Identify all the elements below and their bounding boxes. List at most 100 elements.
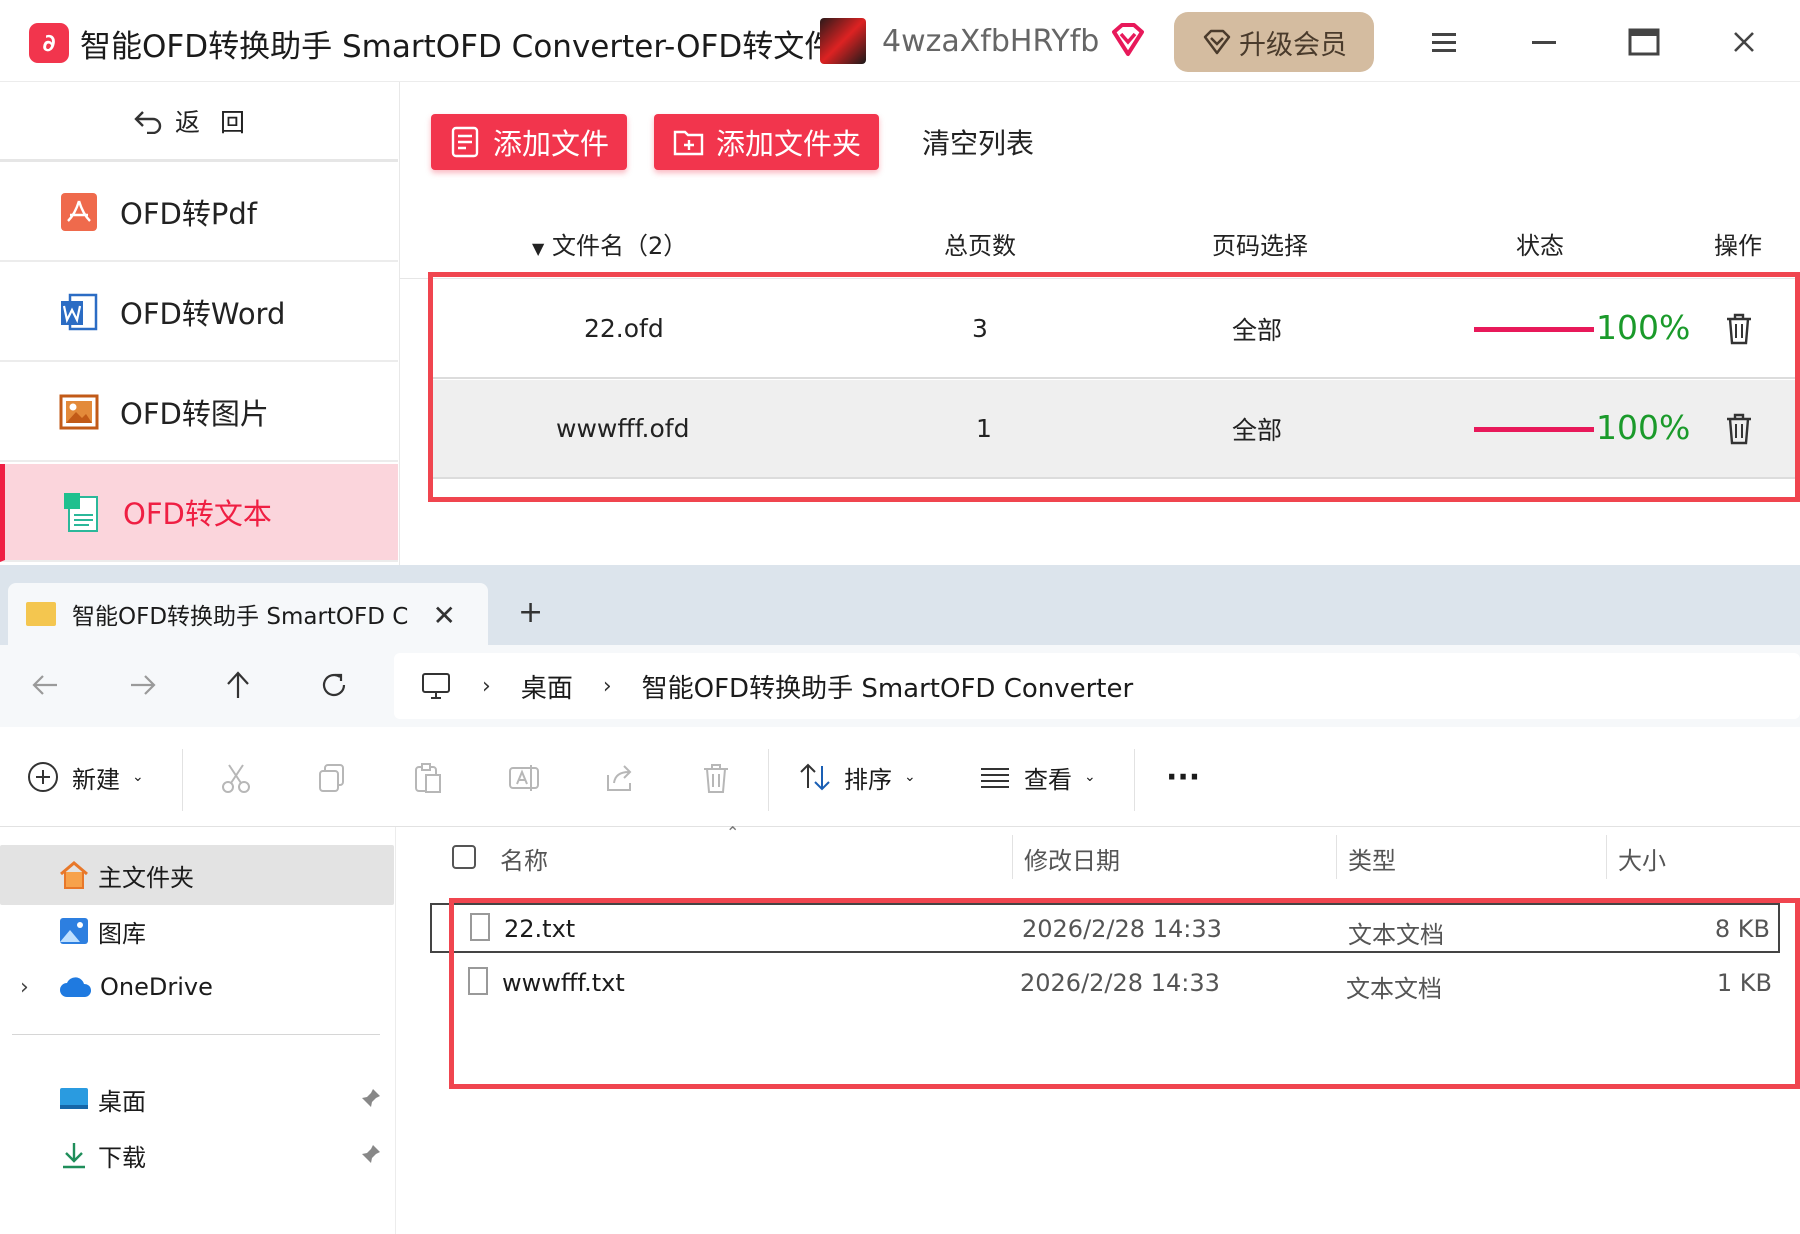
chevron-down-icon: ⌄	[132, 769, 144, 785]
new-button[interactable]: 新建 ⌄	[26, 753, 144, 801]
breadcrumb-desktop[interactable]: 桌面	[521, 668, 573, 705]
new-tab-icon[interactable]: +	[518, 595, 543, 630]
computer-icon	[422, 673, 450, 699]
plus-circle-icon	[28, 762, 58, 792]
add-folder-label: 添加文件夹	[716, 127, 862, 161]
word-icon	[61, 293, 98, 331]
sidebar-item-label: OneDrive	[100, 973, 213, 1001]
gallery-icon	[60, 918, 88, 944]
col-header-filename[interactable]: ▼ 文件名（2）	[532, 226, 687, 261]
divider	[1012, 835, 1013, 879]
command-bar: 新建 ⌄ 排序 ⌄ 查看 ⌄ ···	[0, 727, 1800, 827]
paste-icon[interactable]	[411, 761, 445, 795]
col-header-modified[interactable]: 修改日期	[1024, 841, 1120, 876]
divider	[12, 1034, 380, 1035]
sidebar-item-downloads[interactable]: 下载	[0, 1125, 394, 1185]
chevron-down-icon: ⌄	[1084, 769, 1096, 785]
cut-icon[interactable]	[219, 761, 253, 795]
desktop-icon	[60, 1088, 88, 1109]
address-bar[interactable]: › 桌面 › 智能OFD转换助手 SmartOFD Converter	[394, 653, 1800, 719]
back-button[interactable]: 返回	[0, 82, 398, 162]
divider	[182, 749, 183, 811]
col-header-range: 页码选择	[1212, 232, 1308, 260]
sort-label: 排序	[844, 765, 892, 794]
sidebar-item-home[interactable]: 主文件夹	[0, 845, 394, 905]
tab-title: 智能OFD转换助手 SmartOFD C	[72, 604, 409, 630]
chevron-right-icon[interactable]: ›	[20, 975, 29, 1000]
add-folder-button[interactable]: 添加文件夹	[654, 114, 880, 170]
sidebar-item-ofd-to-text[interactable]: OFD转文本	[0, 464, 398, 562]
select-all-checkbox[interactable]	[452, 845, 476, 869]
add-file-button[interactable]: 添加文件	[431, 114, 628, 170]
view-button[interactable]: 查看 ⌄	[978, 753, 1096, 801]
sort-down-icon: ▼	[532, 239, 545, 258]
menu-icon[interactable]	[1422, 20, 1466, 64]
divider	[1336, 835, 1337, 879]
more-options-icon[interactable]: ···	[1166, 753, 1200, 801]
new-label: 新建	[72, 765, 120, 794]
upgrade-vip-button[interactable]: 升级会员	[1174, 12, 1374, 72]
divider	[768, 749, 769, 811]
col-header-name[interactable]: 名称	[500, 841, 548, 876]
clear-list-button[interactable]: 清空列表	[922, 122, 1034, 162]
download-icon	[63, 1143, 85, 1169]
col-header-action: 操作	[1714, 232, 1762, 260]
home-icon	[60, 861, 88, 889]
add-file-label: 添加文件	[493, 127, 610, 161]
pdf-icon	[61, 193, 97, 231]
tab-current-folder[interactable]: 智能OFD转换助手 SmartOFD C ✕	[8, 583, 488, 645]
add-folder-icon	[673, 130, 704, 156]
nav-label: OFD转Word	[120, 297, 286, 331]
image-icon	[59, 394, 99, 430]
share-icon[interactable]	[603, 761, 637, 795]
diamond-icon	[1203, 29, 1231, 55]
sidebar-item-gallery[interactable]: 图库	[0, 901, 394, 961]
sidebar-item-label: 图库	[98, 919, 146, 948]
sort-up-icon: ⌃	[726, 823, 740, 842]
highlight-box	[449, 898, 1800, 1089]
col-header-pages: 总页数	[944, 232, 1016, 260]
pin-icon[interactable]	[360, 1087, 382, 1109]
explorer-sidebar: 主文件夹 图库 › OneDrive 桌面 下载	[0, 827, 396, 1234]
username[interactable]: 4wzaXfbHRYfb	[882, 24, 1099, 59]
sidebar-item-desktop[interactable]: 桌面	[0, 1069, 394, 1129]
chevron-down-icon: ⌄	[904, 769, 916, 785]
sidebar-item-label: 下载	[98, 1143, 146, 1172]
col-header-status: 状态	[1516, 232, 1564, 260]
col-header-type[interactable]: 类型	[1348, 841, 1396, 876]
back-arrow-icon	[134, 110, 162, 134]
back-label: 返回	[174, 107, 265, 137]
app-title: 智能OFD转换助手 SmartOFD Converter-OFD转文件	[80, 29, 836, 65]
sidebar-item-onedrive[interactable]: › OneDrive	[0, 957, 394, 1017]
delete-icon[interactable]	[699, 761, 733, 795]
folder-icon	[26, 602, 56, 626]
sidebar-item-ofd-to-word[interactable]: OFD转Word	[0, 264, 398, 362]
tab-bar: 智能OFD转换助手 SmartOFD C ✕ +	[0, 565, 1800, 645]
title-bar: ∂ 智能OFD转换助手 SmartOFD Converter-OFD转文件 4w…	[0, 0, 1800, 82]
minimize-icon[interactable]	[1522, 20, 1566, 64]
address-bar-row: › 桌面 › 智能OFD转换助手 SmartOFD Converter	[0, 645, 1800, 727]
chevron-right-icon: ›	[602, 673, 612, 699]
sort-button[interactable]: 排序 ⌄	[798, 753, 916, 801]
upgrade-label: 升级会员	[1239, 29, 1347, 61]
maximize-icon[interactable]	[1622, 20, 1666, 64]
sidebar-nav: 返回 OFD转Pdf OFD转Word OFD转图片 OFD转文本	[0, 82, 400, 565]
copy-icon[interactable]	[315, 761, 349, 795]
close-icon[interactable]	[1722, 20, 1766, 64]
sidebar-item-label: 主文件夹	[98, 863, 194, 892]
refresh-icon[interactable]	[312, 663, 356, 707]
pin-icon[interactable]	[360, 1143, 382, 1165]
breadcrumb-folder[interactable]: 智能OFD转换助手 SmartOFD Converter	[642, 668, 1134, 705]
avatar[interactable]	[820, 18, 866, 64]
back-arrow-icon[interactable]	[24, 663, 68, 707]
sidebar-item-ofd-to-pdf[interactable]: OFD转Pdf	[0, 164, 398, 262]
col-header-size[interactable]: 大小	[1618, 841, 1666, 876]
up-arrow-icon[interactable]	[216, 663, 260, 707]
tab-close-icon[interactable]: ✕	[433, 599, 456, 632]
rename-icon[interactable]	[507, 761, 541, 795]
highlight-box	[428, 272, 1800, 502]
divider	[1134, 749, 1135, 811]
sidebar-item-ofd-to-image[interactable]: OFD转图片	[0, 364, 398, 462]
forward-arrow-icon[interactable]	[120, 663, 164, 707]
cloud-icon	[60, 977, 92, 997]
